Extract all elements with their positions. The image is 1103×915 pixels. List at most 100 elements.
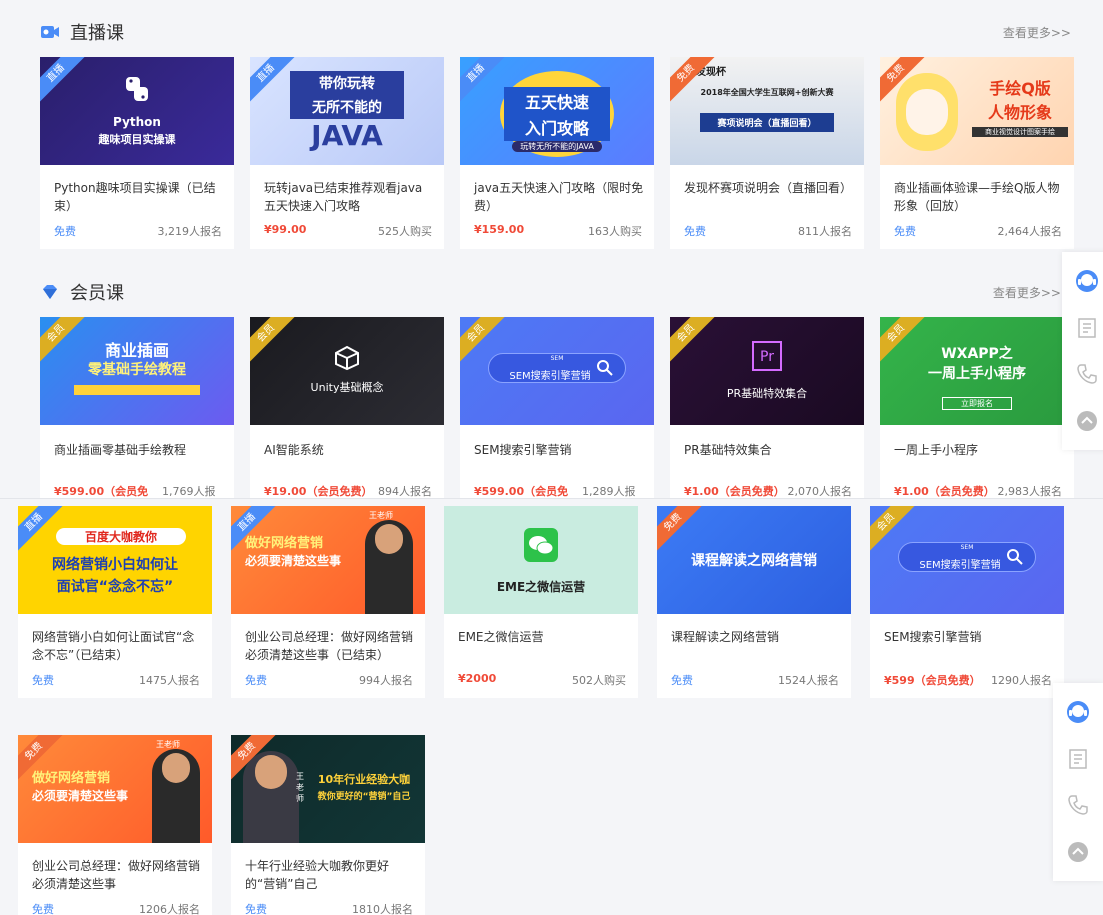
- enroll-count: 811人报名: [798, 225, 852, 238]
- course-title[interactable]: 商业插画零基础手绘教程: [54, 441, 224, 459]
- thumb-subtitle: 赛项说明会（直播回看）: [700, 113, 834, 132]
- course-card-sem[interactable]: SEM SEM搜索引擎营销 会员 SEM搜索引擎营销 ¥599.00（会员免费）…: [460, 317, 654, 509]
- phone-icon[interactable]: [1063, 790, 1093, 820]
- thumb-subtitle: 教你更好的“营销”自己: [317, 792, 411, 802]
- course-title[interactable]: SEM搜索引擎营销: [884, 628, 1054, 646]
- thumb-caption: 王老师: [369, 511, 393, 520]
- unity-logo-icon: [335, 345, 359, 371]
- course-price: ¥99.00: [264, 223, 307, 236]
- course-title[interactable]: 课程解读之网络营销: [671, 628, 841, 646]
- course-thumbnail: 做好网络营销 必须要清楚这些事 王老师 免费: [18, 735, 212, 843]
- enroll-count: 894人报名: [378, 485, 432, 498]
- search-icon: [597, 360, 613, 376]
- course-title[interactable]: 创业公司总经理：做好网络营销必须清楚这些事（已结束）: [245, 628, 415, 664]
- course-price: 免费: [245, 903, 267, 915]
- thumb-caption: 玩转无所不能的JAVA: [512, 141, 602, 152]
- course-card-startup-marketing[interactable]: 做好网络营销 必须要清楚这些事 王老师 直播 创业公司总经理：做好网络营销必须清…: [231, 506, 425, 698]
- course-title[interactable]: 商业插画体验课—手绘Q版人物形象（回放）: [894, 179, 1064, 215]
- course-thumbnail: 10年行业经验大咖 教你更好的“营销”自己 王老师 免费: [231, 735, 425, 843]
- enroll-count: 1206人报名: [139, 903, 200, 915]
- course-card-java-quick[interactable]: 五天快速 入门攻略 玩转无所不能的JAVA 直播 java五天快速入门攻略（限时…: [460, 57, 654, 249]
- course-panel-bottom: 百度大咖教你 网络营销小白如何让 面试官“念念不忘” 直播 网络营销小白如何让面…: [0, 498, 1103, 915]
- vip-more-link[interactable]: 查看更多>>: [993, 284, 1061, 301]
- course-price: 免费: [54, 225, 76, 238]
- python-logo-icon: [126, 77, 148, 101]
- thumb-badge: 百度大咖教你: [56, 528, 186, 545]
- thumb-title: 做好网络营销: [32, 771, 111, 786]
- live-more-link[interactable]: 查看更多>>: [1003, 24, 1071, 41]
- enroll-count: 2,464人报名: [997, 225, 1063, 238]
- thumb-subtitle: 无所不能的: [290, 95, 404, 119]
- course-title[interactable]: PR基础特效集合: [684, 441, 854, 459]
- course-meta: 免费 1206人报名: [32, 901, 200, 915]
- customer-service-icon[interactable]: [1072, 266, 1102, 296]
- customer-service-icon[interactable]: [1063, 697, 1093, 727]
- course-title[interactable]: SEM搜索引擎营销: [474, 441, 644, 459]
- course-thumbnail: SEM SEM搜索引擎营销 会员: [870, 506, 1064, 614]
- course-card-marketing-intro[interactable]: 课程解读之网络营销 免费 课程解读之网络营销 免费 1524人报名: [657, 506, 851, 698]
- course-price: 免费: [894, 225, 916, 238]
- phone-icon[interactable]: [1072, 359, 1102, 389]
- thumb-subtitle: 趣味项目实操课: [98, 133, 176, 146]
- course-title[interactable]: java五天快速入门攻略（限时免费）: [474, 179, 644, 215]
- course-title[interactable]: 网络营销小白如何让面试官“念念不忘”（已结束）: [32, 628, 202, 664]
- enroll-count: 502人购买: [572, 674, 626, 687]
- course-title[interactable]: 发现杯赛项说明会（直播回看）: [684, 179, 854, 197]
- thumb-caption: 王老师: [156, 740, 180, 749]
- course-card-marketing-interview[interactable]: 百度大咖教你 网络营销小白如何让 面试官“念念不忘” 直播 网络营销小白如何让面…: [18, 506, 212, 698]
- search-icon: [1007, 549, 1023, 565]
- course-card-pr[interactable]: Pr PR基础特效集合 会员 PR基础特效集合 ¥1.00（会员免费） 2,07…: [670, 317, 864, 509]
- course-meta: ¥19.00（会员免费） 894人报名: [264, 483, 432, 499]
- course-title[interactable]: 一周上手小程序: [894, 441, 1064, 459]
- course-meta: 免费 3,219人报名: [54, 223, 222, 239]
- course-title[interactable]: 创业公司总经理：做好网络营销必须清楚这些事: [32, 857, 202, 893]
- thumb-title: 带你玩转: [290, 71, 404, 95]
- course-card-wxapp[interactable]: WXAPP之 一周上手小程序 立即报名 会员 一周上手小程序 ¥1.00（会员免…: [880, 317, 1074, 509]
- course-title[interactable]: AI智能系统: [264, 441, 434, 459]
- feedback-form-icon[interactable]: [1072, 313, 1102, 343]
- course-title[interactable]: 十年行业经验大咖教你更好的“营销”自己: [245, 857, 415, 893]
- course-price: ¥159.00: [474, 223, 525, 236]
- thumb-title: PR基础特效集合: [726, 387, 808, 400]
- course-title[interactable]: 玩转java已结束推荐观看java五天快速入门攻略: [264, 179, 434, 215]
- thumb-subtitle: 面试官“念念不忘”: [56, 579, 174, 595]
- course-card-startup-marketing-2[interactable]: 做好网络营销 必须要清楚这些事 王老师 免费 创业公司总经理：做好网络营销必须清…: [18, 735, 212, 915]
- course-meta: 免费 1524人报名: [671, 672, 839, 688]
- course-title[interactable]: EME之微信运营: [458, 628, 628, 646]
- thumb-title: Python: [113, 115, 161, 129]
- feedback-form-icon[interactable]: [1063, 744, 1093, 774]
- course-card-self-marketing[interactable]: 10年行业经验大咖 教你更好的“营销”自己 王老师 免费 十年行业经验大咖教你更…: [231, 735, 425, 915]
- course-thumbnail: 百度大咖教你 网络营销小白如何让 面试官“念念不忘” 直播: [18, 506, 212, 614]
- course-card-illustration-basic[interactable]: 商业插画 零基础手绘教程 会员 商业插画零基础手绘教程 ¥599.00（会员免费…: [40, 317, 234, 509]
- thumb-title: 五天快速: [504, 87, 610, 115]
- back-to-top-icon[interactable]: [1072, 406, 1102, 436]
- course-card-wechat-ops[interactable]: EME之微信运营 EME之微信运营 ¥2000 502人购买: [444, 506, 638, 698]
- course-meta: 免费 1475人报名: [32, 672, 200, 688]
- course-title[interactable]: Python趣味项目实操课（已结束）: [54, 179, 224, 215]
- course-meta: 免费 994人报名: [245, 672, 413, 688]
- thumb-title: 网络营销小白如何让: [52, 557, 178, 573]
- course-card-java[interactable]: 带你玩转 无所不能的 JAVA 直播 玩转java已结束推荐观看java五天快速…: [250, 57, 444, 249]
- course-card-sem-2[interactable]: SEM SEM搜索引擎营销 会员 SEM搜索引擎营销 ¥599（会员免费） 12…: [870, 506, 1064, 698]
- premiere-logo-icon: Pr: [752, 341, 782, 371]
- course-meta: ¥99.00 525人购买: [264, 223, 432, 239]
- enroll-count: 2,070人报名: [787, 485, 853, 498]
- course-card-python[interactable]: Python 趣味项目实操课 直播 Python趣味项目实操课（已结束） 免费 …: [40, 57, 234, 249]
- thumb-subtitle: 零基础手绘教程: [88, 362, 186, 378]
- back-to-top-icon[interactable]: [1063, 837, 1093, 867]
- course-price: 免费: [32, 674, 54, 687]
- thumb-title: EME之微信运营: [496, 580, 586, 594]
- course-price: 免费: [245, 674, 267, 687]
- course-panel-top: 直播课 查看更多>> Python 趣味项目实操课 直播 Python趣味项目实…: [0, 0, 1103, 509]
- course-thumbnail: SEM SEM搜索引擎营销 会员: [460, 317, 654, 425]
- thumb-title: 2018年全国大学生互联网+创新大赛: [700, 88, 834, 97]
- course-card-illustration[interactable]: 手绘Q版 人物形象 商业视觉设计图案手绘 免费 商业插画体验课—手绘Q版人物形象…: [880, 57, 1074, 249]
- course-meta: ¥2000 502人购买: [458, 672, 626, 688]
- live-camera-icon: [40, 22, 60, 42]
- course-card-contest[interactable]: 发现杯 2018年全国大学生互联网+创新大赛 赛项说明会（直播回看） 免费 发现…: [670, 57, 864, 249]
- enroll-count: 1475人报名: [139, 674, 200, 687]
- live-section-header: 直播课: [40, 19, 124, 45]
- thumb-subtitle: 必须要清楚这些事: [245, 554, 342, 568]
- course-card-ai[interactable]: Unity基础概念 会员 AI智能系统 ¥19.00（会员免费） 894人报名: [250, 317, 444, 509]
- enroll-count: 1524人报名: [778, 674, 839, 687]
